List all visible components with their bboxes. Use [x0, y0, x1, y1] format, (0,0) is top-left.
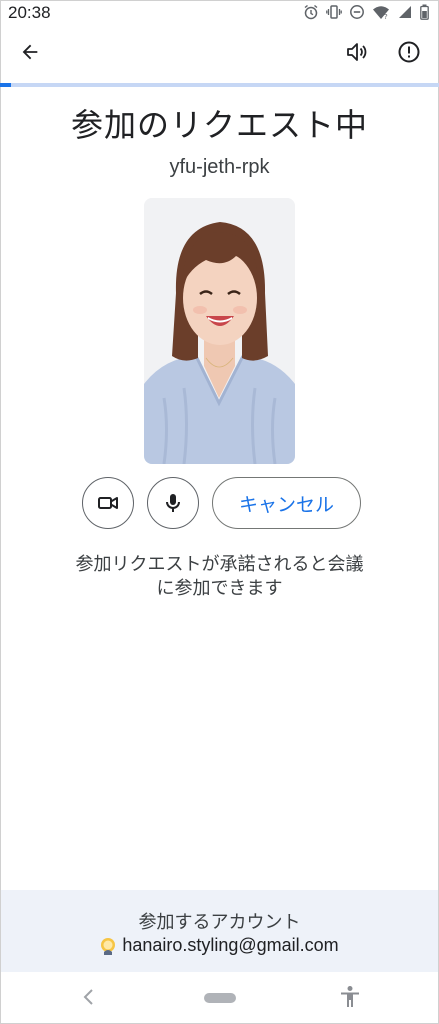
alarm-icon	[304, 4, 318, 20]
mic-toggle-button[interactable]	[147, 477, 199, 529]
system-nav-bar	[1, 972, 438, 1023]
join-hint: 参加リクエストが承諾されると会議 に参加できます	[40, 553, 399, 601]
wifi-icon: ?	[373, 6, 389, 20]
svg-text:?: ?	[384, 13, 388, 20]
audio-output-button[interactable]	[337, 32, 377, 72]
account-email: hanairo.styling@gmail.com	[122, 935, 339, 955]
status-bar: 20:38 ?	[0, 0, 439, 26]
account-row: hanairo.styling@gmail.com	[1, 935, 438, 956]
progress-track	[0, 83, 439, 87]
back-button[interactable]	[10, 32, 50, 72]
vibrate-icon	[326, 5, 342, 19]
battery-icon	[420, 4, 429, 20]
report-icon	[398, 41, 420, 63]
status-time: 20:38	[8, 3, 51, 22]
accessibility-icon	[341, 986, 359, 1007]
back-arrow-icon	[22, 44, 38, 60]
mic-icon	[166, 494, 180, 512]
meeting-code: yfu-jeth-rpk	[169, 156, 270, 178]
account-panel: 参加するアカウント hanairo.styling@gmail.com	[1, 890, 438, 972]
page-title: 参加のリクエスト中	[70, 106, 368, 144]
dnd-icon	[350, 5, 364, 19]
app-bar	[0, 26, 439, 82]
progress-fill	[0, 83, 11, 87]
status-icons: ?	[303, 4, 429, 20]
report-problem-button[interactable]	[389, 32, 429, 72]
join-hint-line-2: に参加できます	[156, 578, 283, 599]
accessibility-button[interactable]	[339, 985, 361, 1013]
self-view-photo	[144, 198, 295, 464]
nav-back-button[interactable]	[81, 986, 97, 1012]
videocam-icon	[98, 497, 118, 509]
camera-toggle-button[interactable]	[82, 477, 134, 529]
nav-back-icon	[83, 989, 93, 1005]
volume-icon	[347, 43, 367, 61]
self-view-preview	[144, 198, 295, 464]
cancel-button[interactable]: キャンセル	[212, 477, 361, 529]
home-pill[interactable]	[204, 993, 236, 1003]
account-avatar-icon	[101, 937, 116, 955]
account-heading: 参加するアカウント	[138, 912, 301, 933]
signal-icon	[399, 6, 411, 18]
join-hint-line-1: 参加リクエストが承諾されると会議	[75, 554, 364, 575]
